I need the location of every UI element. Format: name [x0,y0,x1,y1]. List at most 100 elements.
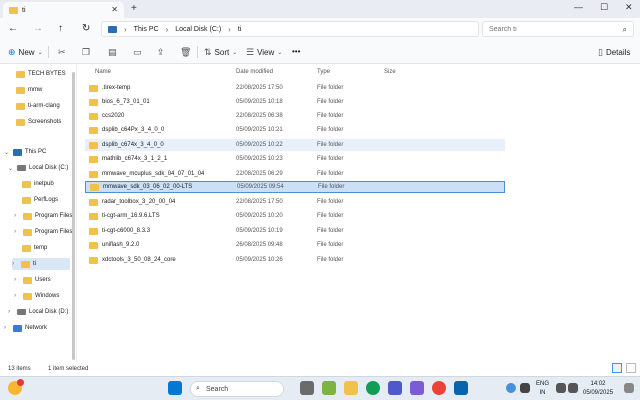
sidebar-item-network[interactable]: › Network [4,322,47,334]
folder-icon [89,241,98,249]
store-icon[interactable] [388,381,402,395]
widgets-icon[interactable] [322,381,336,395]
file-row[interactable]: bios_6_73_01_01 05/09/2025 10:18 File fo… [85,96,505,108]
sidebar-item-this-pc[interactable]: ⌄ This PC [4,146,46,158]
sidebar-item-mmw[interactable]: mmw [16,84,42,96]
file-row[interactable]: uniflash_9.2.0 26/08/2025 09:48 File fol… [85,239,505,251]
chevron-up-icon[interactable] [520,383,530,393]
minimize-button[interactable]: — [574,2,583,12]
sidebar-item-users[interactable]: › Users [14,274,51,286]
address-bar[interactable]: › This PC › Local Disk (C:) › ti [101,21,479,37]
chrome-browser-icon[interactable] [432,381,446,395]
sidebar-item-ti-arm-clang[interactable]: ti-arm-clang [16,100,60,112]
teams-icon[interactable] [410,381,424,395]
up-button[interactable]: ↑ [58,23,63,34]
expand-chevron-icon[interactable]: ⌄ [8,165,14,172]
file-row-selected[interactable]: mmwave_sdk_03_06_02_00-LTS 05/09/2025 09… [85,181,505,193]
sidebar-item-local-disk-d[interactable]: › Local Disk (D:) [8,306,68,318]
sidebar-item-windows[interactable]: › Windows [14,290,59,302]
paste-icon[interactable]: ▤ [108,47,117,58]
tiles-view-icon[interactable] [626,363,636,373]
share-icon[interactable]: ⇪ [157,47,165,58]
cut-icon[interactable]: ✂ [58,47,66,58]
refresh-button[interactable]: ↻ [82,23,90,34]
folder-icon [89,198,98,206]
file-row[interactable]: mathlib_c674x_3_1_2_1 05/09/2025 10:23 F… [85,153,505,165]
delete-icon[interactable]: 🗑 [180,47,191,58]
sidebar-item-tech-bytes[interactable]: TECH BYTES [16,68,66,80]
file-row[interactable]: radar_toolbox_3_20_00_04 22/08/2025 17:5… [85,196,505,208]
file-row[interactable]: mmwave_mcuplus_sdk_04_07_01_04 22/08/202… [85,168,505,180]
file-row[interactable]: dsplib_c64Px_3_4_0_0 05/09/2025 10:21 Fi… [85,124,505,136]
sidebar-item-program-files[interactable]: › Program Files [14,210,72,222]
file-row[interactable]: ti-cgt-arm_16.9.6.LTS 05/09/2025 10:20 F… [85,210,505,222]
chevron-right-icon[interactable]: › [14,213,20,219]
back-button[interactable]: ← [8,23,18,34]
tab-ti[interactable]: ti ✕ [3,2,124,18]
navigation-bar: ← → ↑ ↻ › This PC › Local Disk (C:) › ti… [0,18,640,40]
rename-icon[interactable]: ▭ [133,47,142,58]
chevron-right-icon[interactable]: › [12,261,18,267]
task-view-icon[interactable] [300,381,314,395]
column-header-name[interactable]: Name [95,69,111,75]
sort-label: Sort [214,48,230,57]
language-indicator[interactable]: ENG IN [536,380,549,398]
folder-icon [23,228,32,236]
sidebar-scrollbar[interactable] [72,72,75,360]
search-icon: ⌕ [196,385,200,392]
close-window-button[interactable]: ✕ [625,2,633,13]
chevron-right-icon[interactable]: › [14,293,20,299]
file-row[interactable]: dsplib_c674x_3_4_0_0 05/09/2025 10:22 Fi… [85,139,505,151]
sidebar-item-screenshots[interactable]: Screenshots [16,116,61,128]
sort-button[interactable]: ⇅ Sort ⌄ [204,47,237,58]
details-button[interactable]: ▯ Details [598,47,630,58]
start-icon[interactable] [168,381,182,395]
sidebar-item-temp[interactable]: temp [22,242,47,254]
sidebar-item-inetpub[interactable]: inetpub [22,178,54,190]
new-tab-button[interactable]: + [131,3,137,14]
chevron-down-icon: ⌄ [277,50,283,56]
file-row[interactable]: ccs2020 22/08/2025 06:38 File folder [85,110,505,122]
search-input[interactable] [489,25,609,33]
sidebar-item-program-files-x86[interactable]: › Program Files [14,226,72,238]
clock[interactable]: 14:02 05/09/2025 [583,380,613,398]
search-box[interactable]: ⌕ [482,21,634,37]
onedrive-icon[interactable] [506,383,516,393]
file-row[interactable]: xdctools_3_50_08_24_core 05/09/2025 10:2… [85,254,505,266]
expand-chevron-icon[interactable]: ⌄ [4,149,10,156]
breadcrumb-this-pc[interactable]: This PC [134,26,159,33]
outlook-icon[interactable] [454,381,468,395]
file-row[interactable]: ti-cgt-c6000_8.3.3 05/09/2025 10:19 File… [85,225,505,237]
chevron-right-icon: › [228,24,231,34]
column-header-size[interactable]: Size [384,69,396,75]
folder-icon [16,102,25,110]
taskbar-search[interactable]: ⌕ Search [190,381,284,397]
copy-icon[interactable]: ❐ [82,47,90,58]
tab-close-icon[interactable]: ✕ [111,5,118,14]
more-options-button[interactable]: ••• [292,47,300,56]
breadcrumb-ti[interactable]: ti [238,26,242,33]
volume-icon[interactable] [568,383,578,393]
column-header-date[interactable]: Date modified [236,69,273,75]
new-button[interactable]: ⊕ New ⌄ [8,47,43,58]
chevron-right-icon[interactable]: › [14,229,20,235]
sidebar-item-local-disk-c[interactable]: ⌄ Local Disk (C:) [8,162,68,174]
notification-bell-icon[interactable] [624,383,634,393]
file-explorer-icon[interactable] [344,381,358,395]
maximize-button[interactable]: ☐ [600,2,608,13]
wifi-icon[interactable] [556,383,566,393]
weather-widget-icon[interactable] [8,379,50,397]
edge-browser-icon[interactable] [366,381,380,395]
view-button[interactable]: ☰ View ⌄ [246,47,282,58]
drive-icon [17,165,26,171]
column-header-type[interactable]: Type [317,69,330,75]
chevron-right-icon[interactable]: › [4,325,10,331]
file-row[interactable]: .tirex-temp 22/08/2025 17:50 File folder [85,82,505,94]
forward-button[interactable]: → [33,23,43,34]
sidebar-item-perflogs[interactable]: PerfLogs [22,194,58,206]
sidebar-item-ti[interactable]: › ti [12,258,70,270]
breadcrumb-local-disk[interactable]: Local Disk (C:) [175,26,221,33]
chevron-right-icon[interactable]: › [14,277,20,283]
chevron-right-icon[interactable]: › [8,309,14,315]
details-view-icon[interactable] [612,363,622,373]
